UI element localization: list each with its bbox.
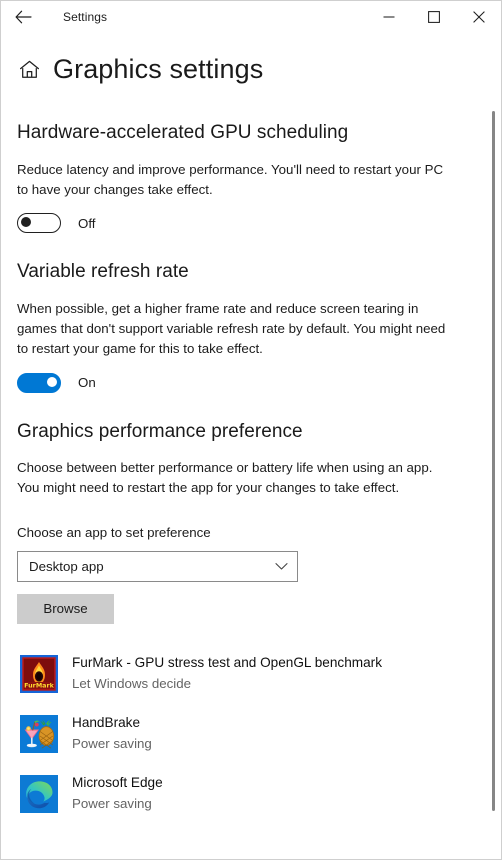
- scrollbar-thumb[interactable]: [492, 111, 495, 811]
- close-button[interactable]: [456, 1, 501, 32]
- list-item[interactable]: HandBrake Power saving: [17, 704, 479, 764]
- refresh-rate-toggle-row: On: [17, 372, 479, 393]
- app-preference: Let Windows decide: [72, 675, 191, 691]
- app-name: HandBrake: [72, 715, 141, 731]
- list-item[interactable]: Microsoft Edge Power saving: [17, 764, 479, 824]
- refresh-rate-heading: Variable refresh rate: [17, 261, 189, 283]
- refresh-rate-toggle[interactable]: [17, 372, 61, 393]
- page-header: Graphics settings: [1, 32, 501, 90]
- svg-text:FurMark: FurMark: [24, 681, 55, 689]
- minimize-button[interactable]: [366, 1, 411, 32]
- window-title: Settings: [63, 9, 108, 24]
- section-performance-preference: Graphics performance preference Choose b…: [17, 420, 479, 624]
- close-icon: [472, 10, 485, 23]
- app-preference-list: FurMark FurMark - GPU stress test and Op…: [17, 644, 479, 824]
- app-type-dropdown[interactable]: Desktop app: [17, 550, 298, 582]
- refresh-rate-description: When possible, get a higher frame rate a…: [17, 300, 446, 357]
- home-icon: [19, 60, 40, 84]
- chevron-down-icon: [274, 559, 288, 573]
- gpu-scheduling-toggle[interactable]: [17, 213, 61, 234]
- app-name: FurMark - GPU stress test and OpenGL ben…: [72, 655, 382, 671]
- app-texts: FurMark - GPU stress test and OpenGL ben…: [72, 654, 382, 693]
- app-preference: Power saving: [72, 795, 152, 811]
- gpu-scheduling-heading: Hardware-accelerated GPU scheduling: [17, 122, 349, 143]
- vertical-scrollbar[interactable]: [489, 94, 499, 859]
- title-bar: Settings: [1, 1, 501, 32]
- settings-content: Hardware-accelerated GPU scheduling Redu…: [1, 121, 501, 824]
- gpu-scheduling-toggle-row: Off: [17, 213, 479, 234]
- toggle-knob: [47, 376, 57, 387]
- minimize-icon: [383, 11, 395, 23]
- settings-scroll-area[interactable]: Hardware-accelerated GPU scheduling Redu…: [1, 94, 501, 859]
- home-button[interactable]: [17, 60, 41, 84]
- handbrake-icon: [20, 714, 58, 753]
- section-variable-refresh-rate: Variable refresh rate When possible, get…: [17, 260, 479, 393]
- gpu-scheduling-toggle-label: Off: [78, 215, 96, 231]
- list-item[interactable]: FurMark FurMark - GPU stress test and Op…: [17, 644, 479, 704]
- app-texts: Microsoft Edge Power saving: [72, 774, 163, 813]
- settings-window: Settings Graphics settings Hardware-acce…: [0, 0, 502, 860]
- browse-button[interactable]: Browse: [17, 593, 114, 624]
- toggle-knob: [21, 217, 31, 228]
- page-title: Graphics settings: [53, 54, 264, 85]
- back-button[interactable]: [1, 1, 45, 32]
- section-gpu-scheduling: Hardware-accelerated GPU scheduling Redu…: [17, 121, 479, 234]
- app-name: Microsoft Edge: [72, 775, 163, 791]
- furmark-icon: FurMark: [20, 654, 58, 693]
- performance-preference-description: Choose between better performance or bat…: [17, 460, 433, 496]
- app-preference: Power saving: [72, 735, 152, 751]
- gpu-scheduling-description: Reduce latency and improve performance. …: [17, 161, 444, 197]
- window-controls: [366, 1, 501, 32]
- performance-preference-heading: Graphics performance preference: [17, 420, 303, 442]
- back-arrow-icon: [15, 10, 32, 24]
- choose-app-label: Choose an app to set preference: [17, 524, 211, 540]
- maximize-icon: [427, 10, 440, 23]
- microsoft-edge-icon: [20, 774, 58, 813]
- app-type-dropdown-value: Desktop app: [29, 558, 104, 574]
- app-texts: HandBrake Power saving: [72, 714, 152, 753]
- refresh-rate-toggle-label: On: [78, 375, 96, 391]
- maximize-button[interactable]: [411, 1, 456, 32]
